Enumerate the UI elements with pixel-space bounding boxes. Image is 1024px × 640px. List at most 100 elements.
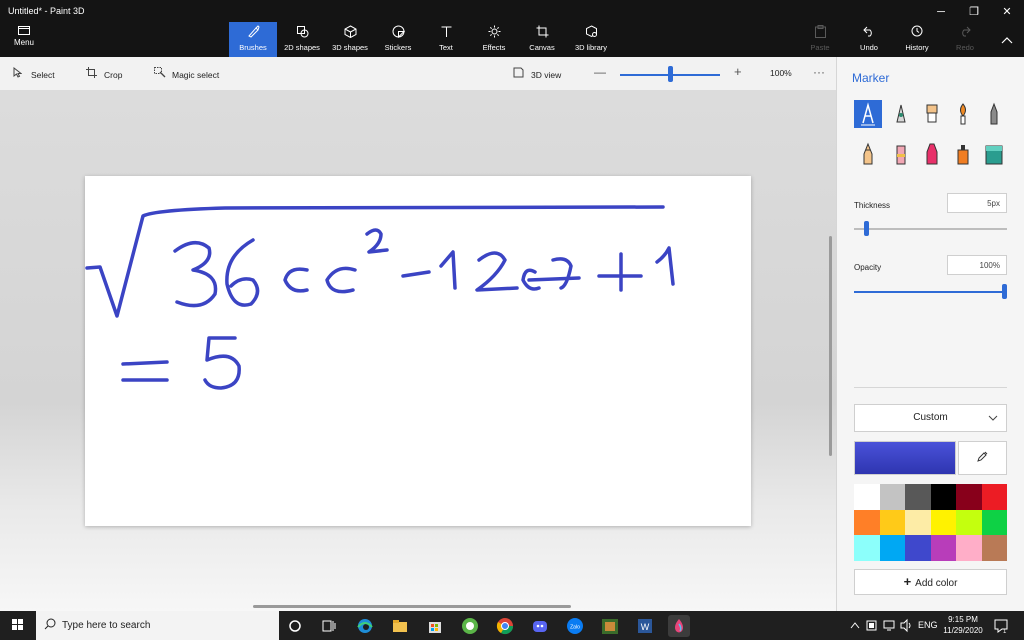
color-swatch[interactable] [956,509,982,535]
menu-button[interactable]: Menu [2,24,46,56]
color-swatch[interactable] [905,509,931,535]
drawing-canvas[interactable] [85,176,751,526]
maximize-button[interactable]: ❐ [959,4,989,20]
color-swatch[interactable] [930,535,956,561]
color-swatch[interactable] [879,509,905,535]
game-icon[interactable] [599,615,621,637]
task-view-icon[interactable] [318,615,340,637]
tab-2d-shapes[interactable]: 2D shapes [278,22,326,57]
color-swatch[interactable] [981,535,1007,561]
tab-text[interactable]: Text [422,22,470,57]
watercolor-brush[interactable] [949,100,977,128]
file-explorer-icon[interactable] [389,615,411,637]
add-color-label: Add color [915,578,958,589]
color-swatch[interactable] [879,484,905,510]
color-swatch[interactable] [905,484,931,510]
tab-3d-shapes[interactable]: 3D shapes [326,22,374,57]
taskbar-search[interactable]: Type here to search [36,611,279,640]
thickness-slider-thumb[interactable] [864,221,870,236]
opacity-slider-thumb[interactable] [1002,284,1007,299]
highlighter-brush[interactable] [918,140,946,168]
paint-3d-icon[interactable] [668,615,690,637]
zoom-out-button[interactable]: — [594,65,606,79]
history-button[interactable]: History [893,22,941,57]
tab-brushes[interactable]: Brushes [229,22,277,57]
store-icon[interactable] [424,615,446,637]
fill-brush[interactable] [980,140,1008,168]
word-icon[interactable]: W [634,615,656,637]
app-green-icon[interactable] [459,615,481,637]
oil-brush[interactable] [918,100,946,128]
cursor-icon [13,66,25,81]
volume-icon[interactable] [900,611,913,640]
more-options-icon[interactable]: ··· [813,65,825,79]
color-swatch[interactable] [981,509,1007,535]
network-icon[interactable] [883,611,895,640]
3d-view-button[interactable]: 3D view [513,67,561,81]
color-swatch[interactable] [956,484,982,510]
tray-app-icon[interactable] [866,611,877,640]
undo-icon [845,25,893,41]
zalo-icon[interactable]: Zalo [564,615,586,637]
color-swatch[interactable] [930,484,956,510]
zoom-in-button[interactable]: + [734,64,742,79]
eyedropper-icon [976,451,987,462]
close-button[interactable]: ✕ [992,4,1022,20]
vertical-scrollbar[interactable] [829,236,832,456]
redo-button[interactable]: Redo [941,22,989,57]
search-icon [44,611,56,640]
paste-label: Paste [810,43,830,52]
add-color-button[interactable]: + Add color [854,569,1007,595]
edge-icon[interactable] [354,615,376,637]
opacity-input[interactable]: 100% [947,255,1007,275]
zoom-slider-thumb[interactable] [667,66,673,82]
tab-stickers[interactable]: Stickers [374,22,422,57]
color-mode-dropdown[interactable]: Custom [854,404,1007,432]
thickness-slider[interactable] [854,228,1007,230]
eyedropper-button[interactable] [958,441,1007,475]
pixel-pen-brush[interactable] [887,140,915,168]
fill-bucket-icon [985,145,1003,165]
tab-canvas[interactable]: Canvas [518,22,566,57]
tab-effects[interactable]: Effects [470,22,518,57]
color-swatch[interactable] [854,509,880,535]
color-swatch[interactable] [854,484,880,510]
language-indicator[interactable]: ENG [918,611,938,640]
magic-select-button[interactable]: Magic select [154,67,219,81]
undo-button[interactable]: Undo [845,22,893,57]
current-color-swatch[interactable] [854,441,956,475]
clock[interactable]: 9:15 PM 11/29/2020 [940,614,986,636]
select-button[interactable]: Select [13,66,55,81]
start-button[interactable] [0,611,36,640]
tab-3d-library[interactable]: 3D library [567,22,615,57]
notification-center-icon[interactable]: 1 [994,611,1008,640]
color-swatch[interactable] [930,509,956,535]
discord-icon[interactable] [529,615,551,637]
crayon-brush[interactable] [854,140,882,168]
paste-button[interactable]: Paste [796,22,844,57]
color-swatch[interactable] [956,535,982,561]
3d-library-icon [567,25,615,41]
taskbar: Type here to search Zalo W ENG 9:15 PM 1… [0,611,1024,640]
chrome-icon[interactable] [494,615,516,637]
thickness-input[interactable]: 5px [947,193,1007,213]
horizontal-scrollbar[interactable] [253,605,571,608]
collapse-ribbon-chevron-icon[interactable] [992,32,1022,48]
show-hidden-icons-chevron-icon[interactable] [850,611,860,640]
crop-button[interactable]: Crop [86,67,122,81]
color-swatch[interactable] [981,484,1007,510]
color-swatch[interactable] [879,535,905,561]
color-swatch[interactable] [854,535,880,561]
minimize-button[interactable]: ─ [926,4,956,20]
cortana-icon[interactable] [284,615,306,637]
crop-icon [86,67,98,81]
spray-can-brush[interactable] [949,140,977,168]
calligraphy-pen-brush[interactable] [887,100,915,128]
crop-label: Crop [104,70,123,80]
color-swatch[interactable] [905,535,931,561]
marker-brush[interactable] [854,100,882,128]
pencil-brush[interactable] [980,100,1008,128]
folder-icon [2,24,46,38]
tab-label: Effects [482,43,506,52]
opacity-slider[interactable] [854,291,1007,293]
